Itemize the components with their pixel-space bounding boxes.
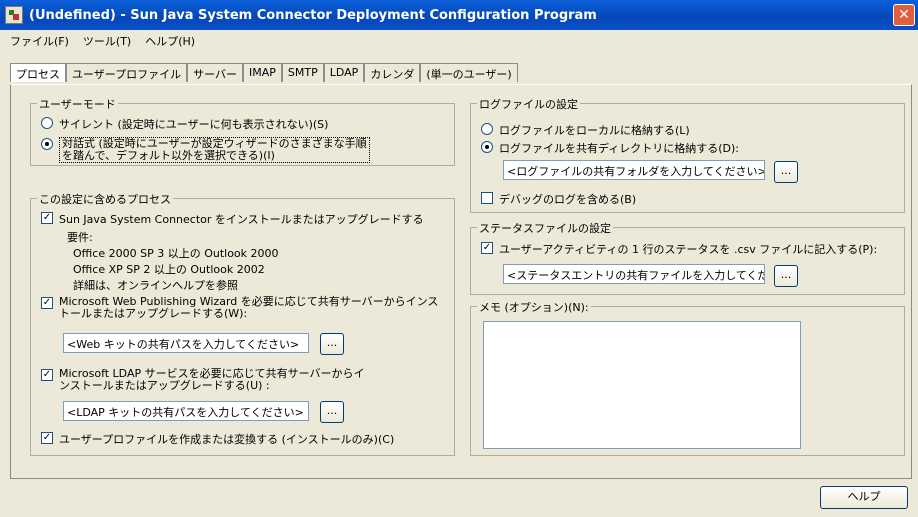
help-button[interactable]: ヘルプ: [820, 486, 908, 509]
ldap-label-line2: ンストールまたはアップグレードする(U) :: [59, 379, 270, 392]
requirement-officexp: Office XP SP 2 以上の Outlook 2002: [73, 263, 265, 276]
status-record-checkbox[interactable]: ✓: [481, 242, 493, 254]
tab-strip: プロセス ユーザープロファイル サーバー IMAP SMTP LDAP カレンダ…: [10, 63, 518, 82]
web-wizard-option[interactable]: ✓ Microsoft Web Publishing Wizard を必要に応じ…: [41, 296, 438, 320]
app-icon: [5, 6, 23, 24]
silent-radio[interactable]: [41, 117, 53, 129]
user-mode-group: ユーザーモード サイレント (設定時にユーザーに何も表示されない)(S) 対話式…: [30, 96, 455, 166]
tab-user-profile[interactable]: ユーザープロファイル: [66, 63, 188, 82]
log-settings-title: ログファイルの設定: [477, 96, 580, 112]
ldap-checkbox[interactable]: ✓: [41, 369, 53, 381]
title-bar: (Undefined) - Sun Java System Connector …: [0, 0, 918, 30]
log-shared-label: ログファイルを共有ディレクトリに格納する(D):: [499, 142, 739, 155]
interactive-radio[interactable]: [41, 138, 53, 150]
user-mode-title: ユーザーモード: [37, 96, 118, 112]
window-title: (Undefined) - Sun Java System Connector …: [29, 7, 597, 23]
ldap-option[interactable]: ✓ Microsoft LDAP サービスを必要に応じて共有サーバーからイ ンス…: [41, 368, 365, 392]
menu-help[interactable]: ヘルプ(H): [145, 33, 195, 49]
requirement-help: 詳細は、オンラインヘルプを参照: [73, 279, 238, 292]
status-file-browse-button[interactable]: ...: [774, 265, 798, 287]
log-local-radio[interactable]: [481, 123, 493, 135]
memo-group: メモ (オプション)(N):: [470, 299, 905, 456]
interactive-label-line2: を踏んで、デフォルト以外を選択できる)(I): [62, 149, 275, 162]
tab-smtp[interactable]: SMTP: [281, 63, 324, 82]
connector-label: Sun Java System Connector をインストールまたはアップグ…: [59, 213, 424, 226]
web-wizard-checkbox[interactable]: ✓: [41, 297, 53, 309]
tab-imap[interactable]: IMAP: [243, 63, 282, 82]
tab-calendar[interactable]: カレンダ: [364, 63, 421, 82]
status-record-option[interactable]: ✓ ユーザーアクティビティの 1 行のステータスを .csv ファイルに記入する…: [481, 241, 877, 257]
silent-label: サイレント (設定時にユーザーに何も表示されない)(S): [59, 118, 329, 131]
tab-single-user[interactable]: (単一のユーザー): [420, 63, 518, 82]
web-kit-path-input[interactable]: <Web キットの共有パスを入力してください>: [63, 333, 309, 353]
memo-textarea[interactable]: [483, 321, 801, 449]
log-shared-radio[interactable]: [481, 141, 493, 153]
web-wizard-label-line2: トールまたはアップグレードする(W):: [59, 307, 248, 320]
profile-label: ユーザープロファイルを作成または変換する (インストールのみ)(C): [59, 433, 395, 446]
log-settings-group: ログファイルの設定 ログファイルをローカルに格納する(L) ログファイルを共有デ…: [470, 96, 905, 213]
ldap-kit-path-input[interactable]: <LDAP キットの共有パスを入力してください>: [63, 401, 309, 421]
menu-tools[interactable]: ツール(T): [83, 33, 131, 49]
debug-log-option[interactable]: デバッグのログを含める(B): [481, 191, 636, 207]
requirements-label: 要件:: [67, 231, 93, 244]
tab-server[interactable]: サーバー: [187, 63, 244, 82]
log-local-label: ログファイルをローカルに格納する(L): [499, 124, 690, 137]
log-folder-browse-button[interactable]: ...: [774, 161, 798, 183]
debug-log-checkbox[interactable]: [481, 192, 493, 204]
ldap-label: Microsoft LDAP サービスを必要に応じて共有サーバーからイ ンストー…: [59, 368, 365, 392]
status-record-label: ユーザーアクティビティの 1 行のステータスを .csv ファイルに記入する(P…: [499, 243, 878, 256]
menu-bar: ファイル(F) ツール(T) ヘルプ(H): [10, 33, 195, 49]
ldap-kit-browse-button[interactable]: ...: [320, 401, 344, 423]
interactive-label: 対話式 (設定時にユーザーが設定ウィザードのさまざまな手順 を踏んで、デフォルト…: [59, 137, 370, 163]
requirement-office2000: Office 2000 SP 3 以上の Outlook 2000: [73, 247, 279, 260]
process-group: この設定に含めるプロセス ✓ Sun Java System Connector…: [30, 191, 455, 456]
status-file-input[interactable]: <ステータスエントリの共有ファイルを入力してください>: [503, 264, 765, 284]
memo-title: メモ (オプション)(N):: [477, 299, 591, 315]
interactive-option[interactable]: 対話式 (設定時にユーザーが設定ウィザードのさまざまな手順 を踏んで、デフォルト…: [41, 137, 370, 163]
status-settings-group: ステータスファイルの設定 ✓ ユーザーアクティビティの 1 行のステータスを .…: [470, 220, 905, 295]
connector-option[interactable]: ✓ Sun Java System Connector をインストールまたはアッ…: [41, 211, 424, 227]
close-button[interactable]: ✕: [893, 4, 915, 26]
connector-checkbox[interactable]: ✓: [41, 212, 53, 224]
silent-option[interactable]: サイレント (設定時にユーザーに何も表示されない)(S): [41, 116, 328, 132]
profile-option[interactable]: ✓ ユーザープロファイルを作成または変換する (インストールのみ)(C): [41, 431, 394, 447]
debug-log-label: デバッグのログを含める(B): [499, 193, 637, 206]
process-title: この設定に含めるプロセス: [37, 191, 173, 207]
log-shared-option[interactable]: ログファイルを共有ディレクトリに格納する(D):: [481, 140, 739, 156]
log-folder-input[interactable]: <ログファイルの共有フォルダを入力してください>: [503, 160, 765, 180]
tab-process[interactable]: プロセス: [10, 63, 66, 82]
web-wizard-label: Microsoft Web Publishing Wizard を必要に応じて共…: [59, 296, 438, 320]
status-settings-title: ステータスファイルの設定: [477, 220, 613, 236]
log-local-option[interactable]: ログファイルをローカルに格納する(L): [481, 122, 690, 138]
tab-ldap[interactable]: LDAP: [323, 63, 365, 82]
menu-file[interactable]: ファイル(F): [10, 33, 69, 49]
profile-checkbox[interactable]: ✓: [41, 432, 53, 444]
web-kit-browse-button[interactable]: ...: [320, 333, 344, 355]
